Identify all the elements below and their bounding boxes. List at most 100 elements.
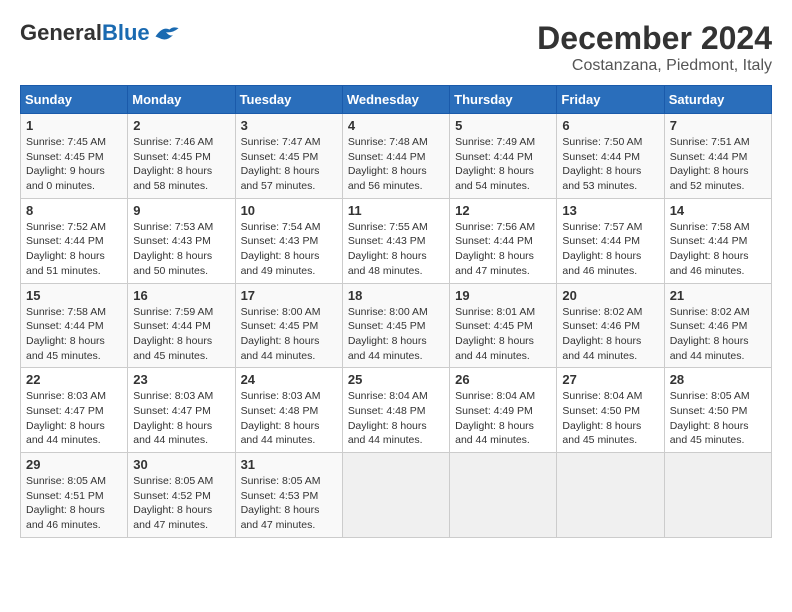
day-info: Sunrise: 8:02 AM Sunset: 4:46 PM Dayligh…	[562, 305, 658, 364]
day-number: 18	[348, 288, 444, 303]
table-row: 22 Sunrise: 8:03 AM Sunset: 4:47 PM Dayl…	[21, 368, 128, 453]
day-info: Sunrise: 7:54 AM Sunset: 4:43 PM Dayligh…	[241, 220, 337, 279]
page-header: GeneralBlue December 2024 Costanzana, Pi…	[20, 20, 772, 75]
day-number: 10	[241, 203, 337, 218]
col-wednesday: Wednesday	[342, 86, 449, 114]
day-number: 26	[455, 372, 551, 387]
day-number: 4	[348, 118, 444, 133]
col-friday: Friday	[557, 86, 664, 114]
table-row: 18 Sunrise: 8:00 AM Sunset: 4:45 PM Dayl…	[342, 283, 449, 368]
table-row: 4 Sunrise: 7:48 AM Sunset: 4:44 PM Dayli…	[342, 114, 449, 199]
col-thursday: Thursday	[450, 86, 557, 114]
day-info: Sunrise: 7:53 AM Sunset: 4:43 PM Dayligh…	[133, 220, 229, 279]
day-number: 29	[26, 457, 122, 472]
day-number: 16	[133, 288, 229, 303]
day-number: 1	[26, 118, 122, 133]
day-number: 15	[26, 288, 122, 303]
day-number: 20	[562, 288, 658, 303]
col-saturday: Saturday	[664, 86, 771, 114]
page-title: December 2024	[537, 20, 772, 57]
table-row: 1 Sunrise: 7:45 AM Sunset: 4:45 PM Dayli…	[21, 114, 128, 199]
col-monday: Monday	[128, 86, 235, 114]
day-number: 14	[670, 203, 766, 218]
day-info: Sunrise: 7:48 AM Sunset: 4:44 PM Dayligh…	[348, 135, 444, 194]
day-number: 22	[26, 372, 122, 387]
logo-general: General	[20, 20, 102, 46]
table-row: 26 Sunrise: 8:04 AM Sunset: 4:49 PM Dayl…	[450, 368, 557, 453]
day-info: Sunrise: 8:05 AM Sunset: 4:52 PM Dayligh…	[133, 474, 229, 533]
calendar-header-row: Sunday Monday Tuesday Wednesday Thursday…	[21, 86, 772, 114]
day-number: 28	[670, 372, 766, 387]
table-row: 30 Sunrise: 8:05 AM Sunset: 4:52 PM Dayl…	[128, 453, 235, 538]
day-info: Sunrise: 7:57 AM Sunset: 4:44 PM Dayligh…	[562, 220, 658, 279]
day-info: Sunrise: 8:00 AM Sunset: 4:45 PM Dayligh…	[348, 305, 444, 364]
table-row	[342, 453, 449, 538]
table-row: 24 Sunrise: 8:03 AM Sunset: 4:48 PM Dayl…	[235, 368, 342, 453]
calendar-week-row: 8 Sunrise: 7:52 AM Sunset: 4:44 PM Dayli…	[21, 198, 772, 283]
day-info: Sunrise: 7:52 AM Sunset: 4:44 PM Dayligh…	[26, 220, 122, 279]
table-row: 8 Sunrise: 7:52 AM Sunset: 4:44 PM Dayli…	[21, 198, 128, 283]
logo-bird-icon	[152, 22, 180, 44]
day-info: Sunrise: 8:03 AM Sunset: 4:48 PM Dayligh…	[241, 389, 337, 448]
logo: GeneralBlue	[20, 20, 180, 46]
day-info: Sunrise: 8:05 AM Sunset: 4:51 PM Dayligh…	[26, 474, 122, 533]
table-row: 3 Sunrise: 7:47 AM Sunset: 4:45 PM Dayli…	[235, 114, 342, 199]
day-number: 5	[455, 118, 551, 133]
table-row	[450, 453, 557, 538]
day-info: Sunrise: 8:00 AM Sunset: 4:45 PM Dayligh…	[241, 305, 337, 364]
table-row: 6 Sunrise: 7:50 AM Sunset: 4:44 PM Dayli…	[557, 114, 664, 199]
table-row: 17 Sunrise: 8:00 AM Sunset: 4:45 PM Dayl…	[235, 283, 342, 368]
calendar-table: Sunday Monday Tuesday Wednesday Thursday…	[20, 85, 772, 538]
table-row: 31 Sunrise: 8:05 AM Sunset: 4:53 PM Dayl…	[235, 453, 342, 538]
day-number: 19	[455, 288, 551, 303]
col-sunday: Sunday	[21, 86, 128, 114]
day-number: 6	[562, 118, 658, 133]
table-row: 20 Sunrise: 8:02 AM Sunset: 4:46 PM Dayl…	[557, 283, 664, 368]
day-info: Sunrise: 8:03 AM Sunset: 4:47 PM Dayligh…	[133, 389, 229, 448]
table-row: 11 Sunrise: 7:55 AM Sunset: 4:43 PM Dayl…	[342, 198, 449, 283]
day-info: Sunrise: 8:02 AM Sunset: 4:46 PM Dayligh…	[670, 305, 766, 364]
day-info: Sunrise: 7:56 AM Sunset: 4:44 PM Dayligh…	[455, 220, 551, 279]
table-row: 12 Sunrise: 7:56 AM Sunset: 4:44 PM Dayl…	[450, 198, 557, 283]
day-info: Sunrise: 7:58 AM Sunset: 4:44 PM Dayligh…	[26, 305, 122, 364]
table-row: 10 Sunrise: 7:54 AM Sunset: 4:43 PM Dayl…	[235, 198, 342, 283]
table-row: 29 Sunrise: 8:05 AM Sunset: 4:51 PM Dayl…	[21, 453, 128, 538]
day-info: Sunrise: 7:50 AM Sunset: 4:44 PM Dayligh…	[562, 135, 658, 194]
day-number: 8	[26, 203, 122, 218]
table-row: 25 Sunrise: 8:04 AM Sunset: 4:48 PM Dayl…	[342, 368, 449, 453]
col-tuesday: Tuesday	[235, 86, 342, 114]
table-row: 14 Sunrise: 7:58 AM Sunset: 4:44 PM Dayl…	[664, 198, 771, 283]
day-number: 3	[241, 118, 337, 133]
day-info: Sunrise: 7:55 AM Sunset: 4:43 PM Dayligh…	[348, 220, 444, 279]
day-number: 23	[133, 372, 229, 387]
table-row: 9 Sunrise: 7:53 AM Sunset: 4:43 PM Dayli…	[128, 198, 235, 283]
table-row: 19 Sunrise: 8:01 AM Sunset: 4:45 PM Dayl…	[450, 283, 557, 368]
day-number: 9	[133, 203, 229, 218]
page-subtitle: Costanzana, Piedmont, Italy	[537, 57, 772, 75]
day-number: 12	[455, 203, 551, 218]
table-row: 5 Sunrise: 7:49 AM Sunset: 4:44 PM Dayli…	[450, 114, 557, 199]
day-number: 31	[241, 457, 337, 472]
day-number: 13	[562, 203, 658, 218]
table-row	[664, 453, 771, 538]
day-info: Sunrise: 8:04 AM Sunset: 4:49 PM Dayligh…	[455, 389, 551, 448]
calendar-week-row: 15 Sunrise: 7:58 AM Sunset: 4:44 PM Dayl…	[21, 283, 772, 368]
day-number: 21	[670, 288, 766, 303]
table-row: 16 Sunrise: 7:59 AM Sunset: 4:44 PM Dayl…	[128, 283, 235, 368]
day-number: 30	[133, 457, 229, 472]
day-number: 11	[348, 203, 444, 218]
day-number: 25	[348, 372, 444, 387]
table-row: 7 Sunrise: 7:51 AM Sunset: 4:44 PM Dayli…	[664, 114, 771, 199]
table-row: 21 Sunrise: 8:02 AM Sunset: 4:46 PM Dayl…	[664, 283, 771, 368]
day-info: Sunrise: 7:58 AM Sunset: 4:44 PM Dayligh…	[670, 220, 766, 279]
day-info: Sunrise: 8:05 AM Sunset: 4:50 PM Dayligh…	[670, 389, 766, 448]
logo-blue: Blue	[102, 20, 150, 46]
day-info: Sunrise: 7:46 AM Sunset: 4:45 PM Dayligh…	[133, 135, 229, 194]
day-info: Sunrise: 7:51 AM Sunset: 4:44 PM Dayligh…	[670, 135, 766, 194]
table-row: 23 Sunrise: 8:03 AM Sunset: 4:47 PM Dayl…	[128, 368, 235, 453]
table-row: 13 Sunrise: 7:57 AM Sunset: 4:44 PM Dayl…	[557, 198, 664, 283]
table-row: 15 Sunrise: 7:58 AM Sunset: 4:44 PM Dayl…	[21, 283, 128, 368]
day-info: Sunrise: 7:47 AM Sunset: 4:45 PM Dayligh…	[241, 135, 337, 194]
day-number: 2	[133, 118, 229, 133]
calendar-week-row: 22 Sunrise: 8:03 AM Sunset: 4:47 PM Dayl…	[21, 368, 772, 453]
